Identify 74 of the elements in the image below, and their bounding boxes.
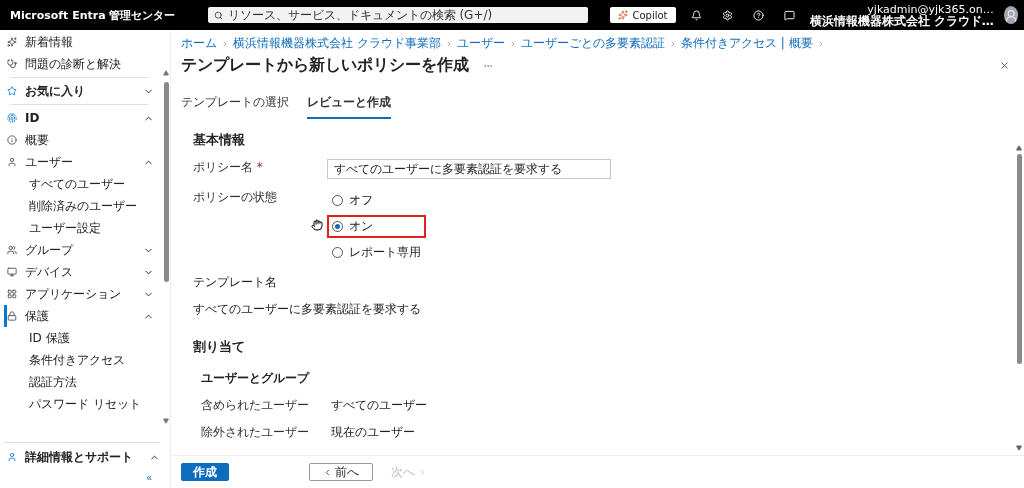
radio-option[interactable]: オン	[327, 215, 426, 238]
sidebar-item[interactable]: ID	[4, 107, 154, 129]
chevron-right-icon	[221, 39, 229, 48]
scroll-down-icon[interactable]	[1016, 445, 1022, 451]
nav-icon	[7, 86, 17, 96]
create-button[interactable]: 作成	[181, 463, 229, 481]
search-icon	[213, 10, 223, 20]
nav-icon	[7, 59, 17, 69]
sidebar-item[interactable]: ユーザー設定	[4, 217, 154, 239]
field-label: 含められたユーザー	[201, 397, 310, 414]
scroll-down-icon[interactable]	[163, 418, 169, 424]
nav-icon	[7, 157, 17, 167]
avatar-icon[interactable]	[1003, 6, 1018, 24]
hand-pointer-icon	[311, 219, 323, 231]
sidebar-item[interactable]: パスワード リセット	[4, 393, 154, 415]
sidebar-item[interactable]: 削除済みのユーザー	[4, 195, 154, 217]
sidebar-item[interactable]: 認証方法	[4, 371, 154, 393]
nav-icon	[7, 289, 17, 299]
input-field[interactable]: すべてのユーザーに多要素認証を要求する	[327, 159, 611, 179]
nav-icon	[7, 311, 17, 321]
previous-button[interactable]: 前へ	[309, 463, 373, 481]
sidebar-item[interactable]: 条件付きアクセス	[4, 349, 154, 371]
sidebar-item[interactable]: すべてのユーザー	[4, 173, 154, 195]
sidebar-item[interactable]: 保護	[4, 305, 154, 327]
template-name: すべてのユーザーに多要素認証を要求する	[193, 301, 422, 318]
tab[interactable]: レビューと作成	[307, 90, 391, 119]
chevron-right-icon	[418, 467, 427, 477]
nav-icon	[7, 135, 17, 145]
app-title: Microsoft Entra 管理センター	[10, 7, 177, 23]
nav-icon	[7, 245, 17, 255]
radio-option[interactable]: オフ	[327, 189, 426, 212]
sidebar-item[interactable]: お気に入り	[4, 80, 154, 102]
field-value: 現在のユーザー	[331, 424, 415, 441]
sidebar-item[interactable]: ユーザー	[4, 151, 154, 173]
field-label: テンプレート名	[193, 274, 278, 291]
sidebar-item[interactable]: 概要	[4, 129, 154, 151]
subsection-heading: ユーザーとグループ	[201, 370, 311, 387]
collapse-button[interactable]: «	[140, 471, 158, 484]
breadcrumb-link[interactable]: ユーザー	[456, 35, 505, 52]
copilot-button[interactable]: Copilot	[610, 7, 676, 23]
breadcrumb-link[interactable]: ホーム	[181, 35, 217, 52]
sparkle-icon	[618, 10, 629, 20]
sidebar-item[interactable]: 詳細情報とサポート	[4, 443, 160, 471]
sidebar-item[interactable]: グループ	[4, 239, 154, 261]
field-label: ポリシーの状態	[193, 189, 278, 206]
field-value: すべてのユーザー	[331, 397, 427, 414]
nav-icon	[7, 113, 17, 123]
breadcrumb-link[interactable]: 条件付きアクセス | 概要	[680, 35, 813, 52]
scroll-up-icon[interactable]	[163, 70, 169, 76]
field-label: 除外されたユーザー	[201, 424, 310, 441]
sidebar-item[interactable]: デバイス	[4, 261, 154, 283]
tab[interactable]: テンプレートの選択	[181, 90, 289, 119]
chevron-left-icon	[323, 467, 332, 477]
field-label: ポリシー名 *	[193, 159, 264, 176]
sidebar-item[interactable]: 新着情報	[4, 31, 154, 53]
sidebar-item[interactable]: ID 保護	[4, 327, 154, 349]
scrollbar-thumb[interactable]	[1016, 154, 1022, 364]
page-title: テンプレートから新しいポリシーを作成	[181, 55, 469, 76]
scroll-up-icon[interactable]	[1016, 145, 1022, 151]
close-icon[interactable]	[999, 60, 1010, 71]
radio-option[interactable]: レポート専用	[327, 241, 426, 264]
account-email[interactable]: yjkadmin@yjk365.on…	[867, 3, 994, 15]
sidebar-item[interactable]: 問題の診断と解決	[4, 53, 154, 75]
person-icon	[7, 452, 17, 462]
scrollbar-thumb[interactable]	[163, 82, 169, 282]
nav-icon	[7, 37, 17, 47]
breadcrumb-link[interactable]: 横浜情報機器株式会社 クラウド事業部	[233, 35, 441, 52]
breadcrumb-link[interactable]: ユーザーごとの多要素認証	[520, 35, 665, 52]
search-field[interactable]: リソース、サービス、ドキュメントの検索 (G+/)	[207, 7, 589, 23]
section-heading: 基本情報	[193, 131, 246, 149]
nav-icon	[7, 267, 17, 277]
sidebar-item[interactable]: アプリケーション	[4, 283, 154, 305]
account-org: 横浜情報機器株式会社 クラウド…	[809, 14, 994, 27]
section-heading: 割り当て	[193, 338, 246, 356]
